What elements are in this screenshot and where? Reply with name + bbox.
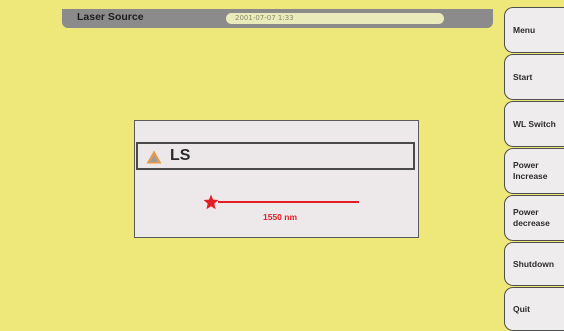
softkey-sidebar: Menu Start WL Switch Power Increase Powe… bbox=[504, 0, 564, 331]
start-button[interactable]: Start bbox=[504, 54, 564, 100]
laser-beam-line bbox=[218, 201, 359, 203]
datetime-display: 2001-07-07 1:33 bbox=[226, 13, 444, 24]
wl-switch-button[interactable]: WL Switch bbox=[504, 101, 564, 147]
laser-source-panel: LS 1550 nm bbox=[134, 120, 419, 238]
shutdown-button[interactable]: Shutdown bbox=[504, 242, 564, 286]
laser-star-icon bbox=[203, 194, 219, 210]
power-decrease-button[interactable]: Power decrease bbox=[504, 195, 564, 241]
mode-label: LS bbox=[170, 147, 191, 164]
warning-triangle-icon bbox=[146, 150, 162, 164]
mode-row: LS bbox=[136, 142, 415, 170]
menu-button[interactable]: Menu bbox=[504, 7, 564, 53]
wavelength-label: 1550 nm bbox=[263, 212, 298, 222]
title-bar: Laser Source 2001-07-07 1:33 bbox=[62, 9, 493, 28]
quit-button[interactable]: Quit bbox=[504, 287, 564, 331]
power-increase-button[interactable]: Power Increase bbox=[504, 148, 564, 194]
app-title: Laser Source bbox=[77, 11, 144, 23]
